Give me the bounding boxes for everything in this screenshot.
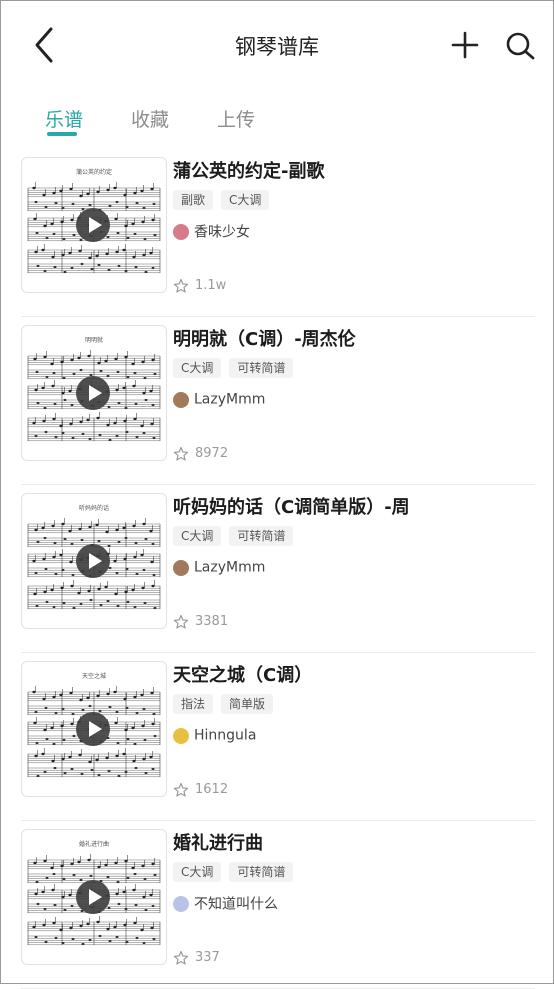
favorite-count: 8972 (195, 446, 229, 461)
star-icon (173, 614, 189, 629)
score-tag: 可转简谱 (229, 526, 294, 546)
score-title[interactable]: 明明就（C调）-周杰伦 (173, 325, 409, 351)
star-icon (173, 782, 189, 797)
score-stats: 337 (173, 947, 220, 965)
avatar (173, 727, 189, 744)
score-list-item[interactable]: 明明就 明明就（C调）-周杰伦 C大调 可转简谱 LazyMmm 8972 (1, 317, 553, 485)
score-tag: C大调 (173, 358, 222, 378)
score-list-item[interactable]: 婚礼进行曲 婚礼进行曲 C大调 可转简谱不知道叫什么 337 (1, 821, 553, 989)
author-name: Hinngula (194, 727, 257, 744)
favorite-count: 3381 (195, 614, 229, 629)
author-name: LazyMmm (194, 559, 266, 576)
star-icon (173, 446, 189, 461)
favorite-count: 337 (195, 950, 220, 965)
score-author[interactable]: LazyMmm (173, 389, 265, 411)
score-list-item[interactable]: 蒲公英的约定 蒲公英的约定-副歌副歌 C大调香味少女 1.1w (1, 149, 553, 317)
score-tags: 指法 简单版 (173, 693, 281, 715)
avatar (173, 895, 189, 912)
play-button[interactable] (76, 880, 110, 914)
app-header: 钢琴谱库 (1, 1, 553, 89)
score-tag: 副歌 (173, 190, 214, 210)
score-tag: 可转简谱 (229, 358, 294, 378)
play-icon (89, 553, 102, 569)
score-tags: C大调 可转简谱 (173, 861, 301, 883)
thumbnail-caption: 明明就 (85, 336, 103, 344)
play-button[interactable] (76, 544, 110, 578)
score-list-item[interactable]: 天空之城 天空之城（C调） 指法 简单版 Hinngula 1612 (1, 653, 553, 821)
plus-icon (451, 31, 479, 59)
thumbnail-caption: 蒲公英的约定 (76, 168, 112, 176)
thumbnail-caption: 听妈妈的话 (79, 504, 109, 512)
search-icon (506, 32, 535, 60)
score-tag: 指法 (173, 694, 214, 714)
add-button[interactable] (449, 27, 481, 63)
avatar (173, 559, 189, 576)
score-title[interactable]: 天空之城（C调） (173, 661, 409, 687)
favorite-count: 1.1w (195, 278, 227, 293)
score-title[interactable]: 婚礼进行曲 (173, 829, 409, 855)
tab-active-indicator (47, 132, 77, 136)
tab-scores[interactable]: 乐谱 (45, 105, 83, 132)
play-icon (89, 721, 102, 737)
star-icon (173, 278, 189, 293)
score-tag: C大调 (221, 190, 270, 210)
favorite-count: 1612 (195, 782, 229, 797)
play-icon (89, 385, 102, 401)
score-stats: 1612 (173, 779, 228, 797)
score-tag: 简单版 (221, 694, 274, 714)
score-thumbnail[interactable]: 蒲公英的约定 (21, 157, 167, 293)
score-author[interactable]: Hinngula (173, 725, 256, 747)
score-thumbnail[interactable]: 婚礼进行曲 (21, 829, 167, 965)
score-title[interactable]: 蒲公英的约定-副歌 (173, 157, 409, 183)
play-button[interactable] (76, 376, 110, 410)
thumbnail-caption: 婚礼进行曲 (79, 840, 109, 848)
tab-favorites[interactable]: 收藏 (131, 105, 169, 132)
score-thumbnail[interactable]: 明明就 (21, 325, 167, 461)
score-tag: 可转简谱 (229, 862, 294, 882)
search-button[interactable] (501, 27, 539, 63)
play-icon (89, 889, 102, 905)
thumbnail-caption: 天空之城 (82, 672, 106, 680)
star-icon (173, 950, 189, 965)
author-name: 香味少女 (194, 224, 250, 241)
score-tags: C大调 可转简谱 (173, 357, 301, 379)
author-name: LazyMmm (194, 391, 266, 408)
score-stats: 3381 (173, 611, 228, 629)
play-button[interactable] (76, 712, 110, 746)
score-author[interactable]: 不知道叫什么 (173, 893, 278, 915)
tab-upload[interactable]: 上传 (217, 105, 255, 132)
author-name: 不知道叫什么 (194, 896, 278, 913)
score-stats: 1.1w (173, 275, 226, 293)
score-list-item[interactable]: 听妈妈的话 听妈妈的话（C调简单版）-周 C大调 可转简谱 LazyMmm 3381 (1, 485, 553, 653)
avatar (173, 223, 189, 240)
play-icon (89, 217, 102, 233)
score-stats: 8972 (173, 443, 228, 461)
score-tag: C大调 (173, 526, 222, 546)
score-thumbnail[interactable]: 听妈妈的话 (21, 493, 167, 629)
play-button[interactable] (76, 208, 110, 242)
tab-bar: 乐谱 收藏 上传 (1, 97, 553, 141)
score-tags: 副歌 C大调 (173, 189, 277, 211)
score-author[interactable]: LazyMmm (173, 557, 265, 579)
score-tags: C大调 可转简谱 (173, 525, 301, 547)
score-title[interactable]: 听妈妈的话（C调简单版）-周 (173, 493, 409, 519)
score-author[interactable]: 香味少女 (173, 221, 250, 243)
avatar (173, 391, 189, 408)
score-thumbnail[interactable]: 天空之城 (21, 661, 167, 797)
score-tag: C大调 (173, 862, 222, 882)
